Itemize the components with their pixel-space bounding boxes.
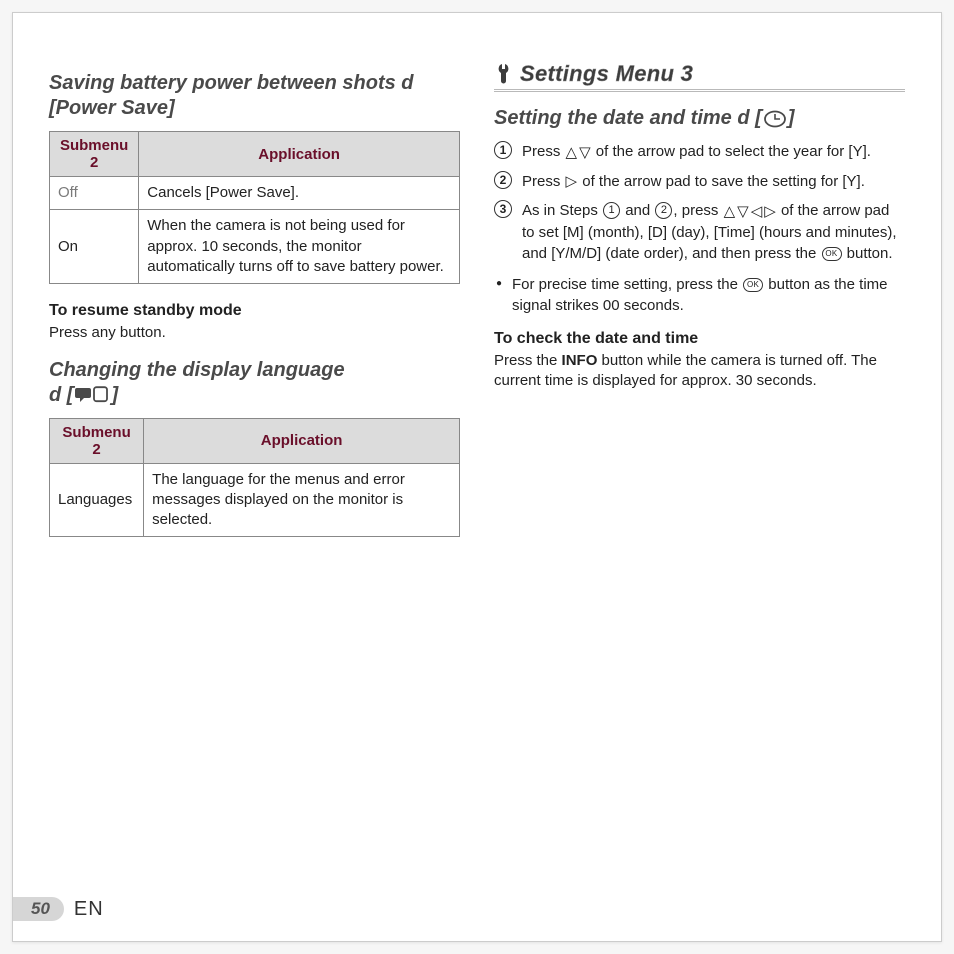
clock-icon <box>764 110 786 128</box>
step-number-2: 2 <box>494 171 512 189</box>
page-footer: 50 EN <box>13 897 104 921</box>
up-arrow-icon: △ <box>566 142 578 163</box>
heading-text: Setting the date and time d [ <box>494 107 762 129</box>
right-arrow-icon: ▷ <box>764 201 776 222</box>
left-column: Saving battery power between shots d [Po… <box>49 61 460 555</box>
heading-suffix: ] <box>111 384 118 406</box>
cell-on-desc: When the camera is not being used for ap… <box>139 210 460 284</box>
section-settings-menu-3: Settings Menu 3 <box>494 61 905 92</box>
cell-languages: Languages <box>50 463 144 537</box>
step-2-a: Press <box>522 173 565 190</box>
t-a: Press the <box>494 352 562 369</box>
manual-page: Saving battery power between shots d [Po… <box>12 12 942 942</box>
cell-on: On <box>50 210 139 284</box>
cell-off: Off <box>50 177 139 210</box>
text-resume-standby: Press any button. <box>49 323 460 344</box>
subhead-check-date-time: To check the date and time <box>494 330 905 348</box>
step-1: 1 Press △▽ of the arrow pad to select th… <box>494 141 905 163</box>
step-2: 2 Press ▷ of the arrow pad to save the s… <box>494 171 905 193</box>
step-number-1: 1 <box>494 141 512 159</box>
left-arrow-icon: ◁ <box>751 201 763 222</box>
page-number: 50 <box>13 897 64 921</box>
step-3-e: button. <box>843 245 893 262</box>
cell-languages-desc: The language for the menus and error mes… <box>144 463 460 537</box>
steps-list: 1 Press △▽ of the arrow pad to select th… <box>494 141 905 264</box>
th-application: Application <box>139 132 460 177</box>
heading-suffix: ] <box>788 107 795 129</box>
ref-step-1: 1 <box>603 202 620 219</box>
wrench-icon <box>496 64 512 84</box>
heading-power-save: Saving battery power between shots d [Po… <box>49 71 460 121</box>
up-arrow-icon: △ <box>724 201 736 222</box>
step-3-b: and <box>621 202 654 219</box>
down-arrow-icon: ▽ <box>579 142 591 163</box>
language-code: EN <box>74 898 104 921</box>
cell-off-desc: Cancels [Power Save]. <box>139 177 460 210</box>
table-power-save: Submenu 2 Application Off Cancels [Power… <box>49 131 460 284</box>
ok-button-icon: OK <box>822 247 842 261</box>
step-3: 3 As in Steps 1 and 2, press △▽◁▷ of the… <box>494 200 905 264</box>
note-a: For precise time setting, press the <box>512 276 742 293</box>
ok-button-icon: OK <box>743 278 763 292</box>
step-1-a: Press <box>522 143 565 160</box>
ref-step-2: 2 <box>655 202 672 219</box>
heading-display-language: Changing the display language d [] <box>49 358 460 408</box>
subhead-resume-standby: To resume standby mode <box>49 302 460 320</box>
table-row: On When the camera is not being used for… <box>50 210 460 284</box>
th-application: Application <box>144 418 460 463</box>
step-2-b: of the arrow pad to save the setting for… <box>578 173 865 190</box>
two-column-layout: Saving battery power between shots d [Po… <box>49 61 905 555</box>
note-precise-time: For precise time setting, press the OK b… <box>494 274 905 316</box>
table-row: Off Cancels [Power Save]. <box>50 177 460 210</box>
step-1-b: of the arrow pad to select the year for … <box>592 143 871 160</box>
step-number-3: 3 <box>494 200 512 218</box>
right-column: Settings Menu 3 Setting the date and tim… <box>494 61 905 555</box>
down-arrow-icon: ▽ <box>737 201 749 222</box>
text-check-date-time: Press the INFO button while the camera i… <box>494 351 905 392</box>
th-submenu: Submenu 2 <box>50 132 139 177</box>
section-title-text: Settings Menu 3 <box>520 61 693 87</box>
table-language: Submenu 2 Application Languages The lang… <box>49 418 460 538</box>
info-button-label: INFO <box>562 352 598 369</box>
step-3-c: , press <box>673 202 722 219</box>
heading-date-time: Setting the date and time d [] <box>494 106 905 131</box>
speech-icon <box>75 386 109 404</box>
step-3-a: As in Steps <box>522 202 602 219</box>
heading-prefix: d [ <box>49 384 73 406</box>
heading-text: Changing the display language <box>49 359 345 381</box>
table-row: Languages The language for the menus and… <box>50 463 460 537</box>
th-submenu: Submenu 2 <box>50 418 144 463</box>
right-arrow-icon: ▷ <box>566 171 578 192</box>
